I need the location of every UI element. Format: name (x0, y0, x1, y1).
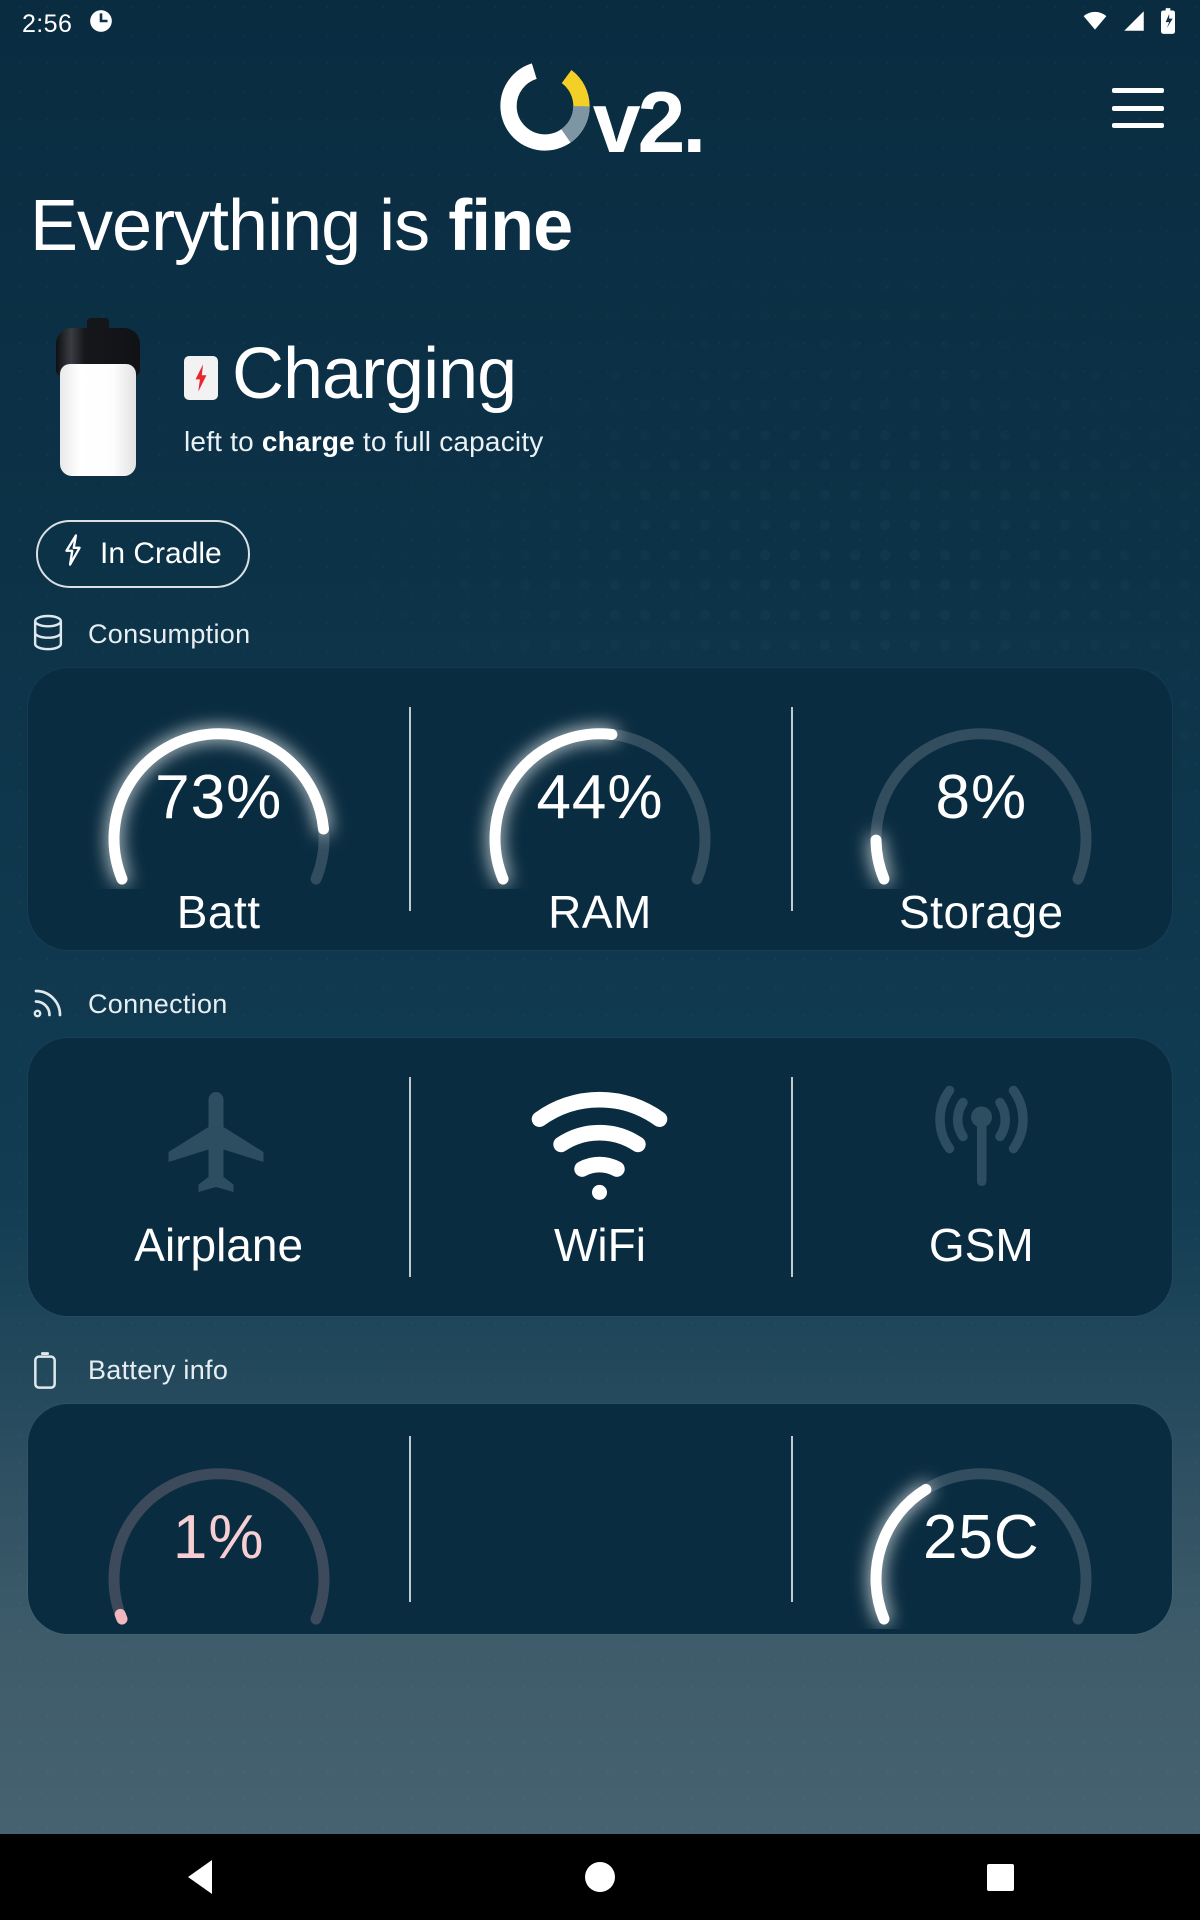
charging-status: Charging left to charge to full capacity (56, 318, 1200, 478)
android-navigation-bar (0, 1834, 1200, 1920)
battinfo-value-middle (465, 1419, 735, 1629)
gauge-battery-temp: 25C (846, 1419, 1116, 1629)
rss-signal-icon (30, 984, 66, 1024)
section-header-battery-info: Battery info (30, 1350, 1200, 1390)
charging-text-block: Charging left to charge to full capacity (184, 338, 544, 458)
charging-title-row: Charging (184, 338, 544, 410)
connection-cell-wifi[interactable]: WiFi (409, 1038, 790, 1316)
battinfo-value-temp: 25C (922, 1502, 1040, 1572)
gauge-value-batt: 73% (155, 762, 283, 832)
headline-emphasis: fine (448, 186, 573, 266)
consumption-card: 73% Batt 44% RAM 8% Storage (28, 668, 1172, 950)
charging-subtitle: left to charge to full capacity (184, 426, 544, 458)
battinfo-cell-temp[interactable]: 25C (790, 1404, 1172, 1634)
in-cradle-label: In Cradle (100, 537, 222, 570)
section-header-connection: Connection (30, 984, 1200, 1024)
clock-icon (88, 8, 114, 41)
gauge-label-ram: RAM (548, 886, 652, 938)
connection-label-wifi: WiFi (554, 1219, 646, 1271)
lightning-bolt-icon (184, 356, 218, 400)
app-logo: v2. (497, 58, 707, 171)
gauge-battery-health: 1% (84, 1419, 354, 1629)
status-bar: 2:56 (0, 0, 1200, 48)
charging-title: Charging (232, 334, 517, 414)
gauge-value-storage: 8% (935, 762, 1028, 832)
back-triangle-icon[interactable] (183, 1860, 217, 1894)
gauge-label-storage: Storage (899, 886, 1064, 938)
section-label-consumption: Consumption (88, 618, 251, 649)
gauge-value-ram: 44% (536, 762, 664, 832)
in-cradle-chip[interactable]: In Cradle (36, 520, 250, 588)
battinfo-cell-health[interactable]: 1% (28, 1404, 409, 1634)
recents-square-icon[interactable] (983, 1860, 1017, 1894)
gauge-storage: 8% (846, 679, 1116, 889)
connection-label-gsm: GSM (928, 1219, 1034, 1271)
gauge-label-batt: Batt (176, 886, 261, 938)
page-title: Everything is fine (30, 190, 1200, 262)
app-logo-text: v2. (592, 74, 707, 171)
charging-sub-emphasis: charge (261, 426, 355, 457)
donut-chart-o-icon (497, 58, 593, 159)
headline-prefix: Everything is (30, 186, 449, 266)
status-bar-time: 2:56 (22, 9, 73, 38)
gauge-cell-ram[interactable]: 44% RAM (409, 668, 790, 950)
charging-sub-suffix: to full capacity (354, 426, 544, 457)
connection-cell-gsm[interactable]: GSM (790, 1038, 1172, 1316)
connection-label-airplane: Airplane (134, 1219, 304, 1271)
home-circle-icon[interactable] (583, 1860, 617, 1894)
airplane-icon (134, 1082, 304, 1202)
lightning-bolt-icon (60, 534, 86, 574)
connection-card: Airplane WiFi GSM (28, 1038, 1172, 1316)
status-bar-left: 2:56 (22, 8, 114, 41)
app-root: 2:56 v2. Everything is fine Charging lef… (0, 0, 1200, 1920)
section-header-consumption: Consumption (30, 614, 1200, 654)
database-icon (30, 614, 66, 654)
app-bar: v2. (0, 48, 1200, 168)
charging-sub-prefix: left to (184, 426, 262, 457)
battery-info-card: 1% 25C (28, 1404, 1172, 1634)
connection-cell-airplane[interactable]: Airplane (28, 1038, 409, 1316)
battinfo-cell-middle[interactable] (409, 1404, 790, 1634)
gauge-cell-batt[interactable]: 73% Batt (28, 668, 409, 950)
gauge-batt: 73% (84, 679, 354, 889)
battery-icon (1158, 7, 1178, 42)
battery-3d-illustration-icon (56, 318, 140, 478)
wifi-icon (1080, 8, 1110, 41)
gauge-ram: 44% (465, 679, 735, 889)
hamburger-menu-icon[interactable] (1112, 88, 1164, 128)
wifi-icon (515, 1082, 685, 1202)
status-bar-right (1080, 7, 1178, 42)
cell-signal-icon (1120, 8, 1148, 41)
gauge-battery-middle (465, 1419, 735, 1629)
cell-tower-icon (896, 1082, 1066, 1202)
section-label-connection: Connection (88, 988, 228, 1019)
battinfo-value-health: 1% (172, 1502, 265, 1572)
section-label-battery-info: Battery info (88, 1354, 229, 1385)
gauge-cell-storage[interactable]: 8% Storage (790, 668, 1172, 950)
battery-outline-icon (30, 1350, 66, 1390)
